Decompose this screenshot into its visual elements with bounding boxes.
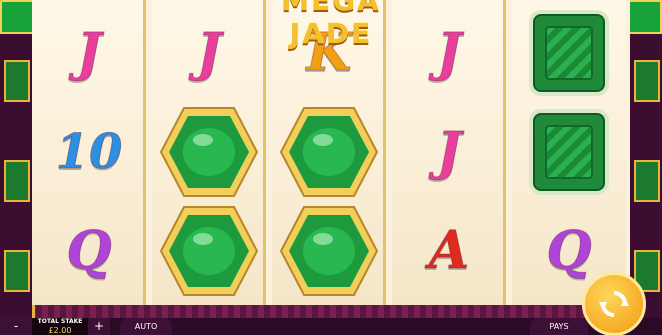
pays-button[interactable]: PAYS — [530, 318, 588, 335]
right-ornament — [627, 0, 662, 318]
symbol-j: J — [436, 121, 462, 182]
reel-1-row-2: 10 — [32, 104, 146, 200]
game-frame: J 10 Q J K J J A Q MEGA JADE - + AUTO PA… — [0, 0, 662, 335]
ornament-tile — [4, 250, 30, 292]
reel-1: J 10 Q — [32, 0, 146, 305]
total-stake-label: TOTAL STAKE — [37, 318, 83, 325]
corner-jade-right — [628, 0, 662, 34]
reel-1-row-3: Q — [32, 203, 146, 299]
reel-2-row-2 — [152, 104, 266, 200]
symbol-a: A — [428, 220, 470, 281]
increase-stake-button[interactable]: + — [88, 318, 110, 335]
symbol-10: 10 — [55, 124, 123, 180]
symbol-j: J — [76, 22, 102, 83]
spin-arrows-icon — [599, 291, 629, 317]
jade-hexagon-icon — [159, 107, 259, 197]
reel-3-row-3 — [272, 203, 386, 299]
total-stake-value: £2.00 — [48, 326, 72, 335]
reel-2-row-1: J — [152, 5, 266, 101]
reel-4: J J A — [392, 0, 506, 305]
game-logo: MEGA JADE — [281, 0, 381, 50]
spin-button[interactable] — [582, 272, 646, 335]
symbol-q: Q — [546, 220, 592, 281]
ornament-tile — [634, 60, 660, 102]
symbol-j: J — [196, 22, 222, 83]
left-ornament — [0, 0, 35, 318]
reel-5-row-1 — [512, 5, 626, 101]
total-stake-display: TOTAL STAKE £2.00 — [32, 318, 88, 335]
reel-2-row-3 — [152, 203, 266, 299]
ornament-tile — [4, 160, 30, 202]
control-bar: - + AUTO PAYS — [0, 318, 662, 335]
reel-5: Q — [512, 0, 626, 305]
emerald-icon — [529, 10, 609, 96]
reel-3-row-2 — [272, 104, 386, 200]
emerald-icon — [529, 109, 609, 195]
reel-4-row-2: J — [392, 104, 506, 200]
reel-1-row-1: J — [32, 5, 146, 101]
corner-jade-left — [0, 0, 34, 34]
reel-4-row-3: A — [392, 203, 506, 299]
jade-hexagon-icon — [159, 206, 259, 296]
reel-5-row-2 — [512, 104, 626, 200]
decrease-stake-button[interactable]: - — [0, 318, 32, 335]
reel-4-row-1: J — [392, 5, 506, 101]
ornament-tile — [634, 160, 660, 202]
auto-button[interactable]: AUTO — [120, 318, 172, 335]
reel-2: J — [152, 0, 266, 305]
jade-hexagon-icon — [279, 206, 379, 296]
symbol-q: Q — [66, 220, 112, 281]
jade-hexagon-icon — [279, 107, 379, 197]
symbol-j: J — [436, 22, 462, 83]
ornament-tile — [4, 60, 30, 102]
